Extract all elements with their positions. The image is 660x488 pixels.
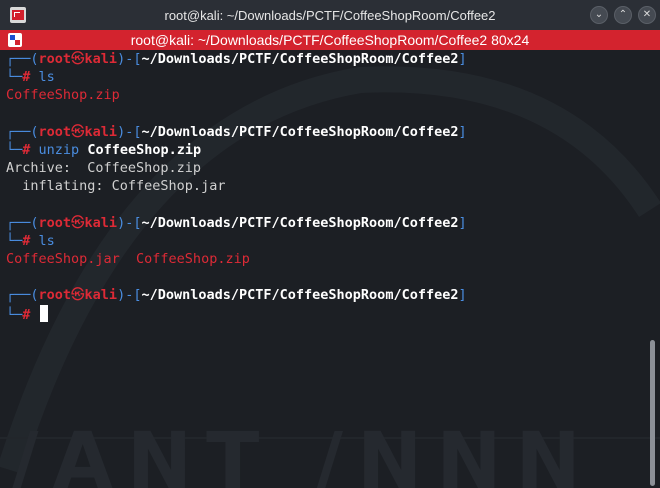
command-text: ls: [38, 232, 55, 249]
terminal-window: /ANT /NNN root@kali: ~/Downloads/PCTF/Co…: [0, 0, 660, 488]
prompt-user: root: [38, 287, 72, 304]
prompt-at-icon: ㉿: [71, 287, 85, 304]
prompt-at-icon: ㉿: [71, 51, 85, 67]
prompt-symbol: #: [22, 69, 31, 86]
command-argument: CoffeeShop.zip: [87, 141, 202, 158]
prompt-user: root: [38, 123, 72, 140]
prompt-host: kali: [84, 123, 118, 140]
output-line: Archive: CoffeeShop.zip: [6, 160, 202, 177]
tab-title: root@kali: ~/Downloads/PCTF/CoffeeShopRo…: [130, 32, 530, 48]
active-command-line[interactable]: └─#: [6, 304, 650, 323]
prompt-user: root: [38, 214, 72, 231]
prompt-path: ~/Downloads/PCTF/CoffeeShopRoom/Coffee2: [141, 123, 459, 140]
terminal-app-icon: [10, 7, 26, 23]
command-line: └─# unzip CoffeeShop.zip: [6, 141, 202, 158]
prompt-line: ┌──(root㉿kali)-[~/Downloads/PCTF/CoffeeS…: [6, 287, 467, 304]
prompt-at-icon: ㉿: [71, 123, 85, 140]
chevron-up-icon: ⌃: [618, 9, 628, 20]
prompt-symbol: #: [22, 141, 31, 158]
prompt-symbol: #: [22, 232, 31, 249]
prompt-host: kali: [84, 51, 118, 67]
terminal-tab-icon: [8, 33, 22, 47]
window-title: root@kali: ~/Downloads/PCTF/CoffeeShopRo…: [164, 7, 496, 23]
command-text: ls: [38, 69, 55, 86]
prompt-host: kali: [84, 287, 118, 304]
prompt-line: ┌──(root㉿kali)-[~/Downloads/PCTF/CoffeeS…: [6, 51, 467, 67]
output-line: CoffeeShop.jar CoffeeShop.zip: [6, 251, 250, 268]
prompt-symbol: #: [22, 306, 31, 323]
output-line: CoffeeShop.zip: [6, 87, 120, 104]
command-line: └─# ls: [6, 69, 55, 86]
terminal-tab[interactable]: root@kali: ~/Downloads/PCTF/CoffeeShopRo…: [0, 30, 660, 50]
title-bar: root@kali: ~/Downloads/PCTF/CoffeeShopRo…: [0, 0, 660, 30]
output-line: inflating: CoffeeShop.jar: [6, 178, 226, 195]
chevron-down-icon: ⌄: [594, 9, 604, 20]
prompt-path: ~/Downloads/PCTF/CoffeeShopRoom/Coffee2: [141, 214, 459, 231]
prompt-host: kali: [84, 214, 118, 231]
maximize-button[interactable]: ⌃: [614, 6, 632, 24]
text-cursor: [39, 304, 48, 322]
scrollbar[interactable]: [650, 340, 655, 486]
prompt-at-icon: ㉿: [71, 214, 85, 231]
minimize-button[interactable]: ⌄: [590, 6, 608, 24]
prompt-line: ┌──(root㉿kali)-[~/Downloads/PCTF/CoffeeS…: [6, 123, 467, 140]
close-button[interactable]: ✕: [638, 6, 656, 24]
close-icon: ✕: [642, 9, 652, 20]
command-text: unzip: [38, 141, 80, 158]
prompt-path: ~/Downloads/PCTF/CoffeeShopRoom/Coffee2: [141, 51, 459, 67]
prompt-line: ┌──(root㉿kali)-[~/Downloads/PCTF/CoffeeS…: [6, 214, 467, 231]
terminal-output[interactable]: ┌──(root㉿kali)-[~/Downloads/PCTF/CoffeeS…: [0, 50, 650, 488]
prompt-path: ~/Downloads/PCTF/CoffeeShopRoom/Coffee2: [141, 287, 459, 304]
prompt-user: root: [38, 51, 72, 67]
command-line: └─# ls: [6, 232, 55, 249]
